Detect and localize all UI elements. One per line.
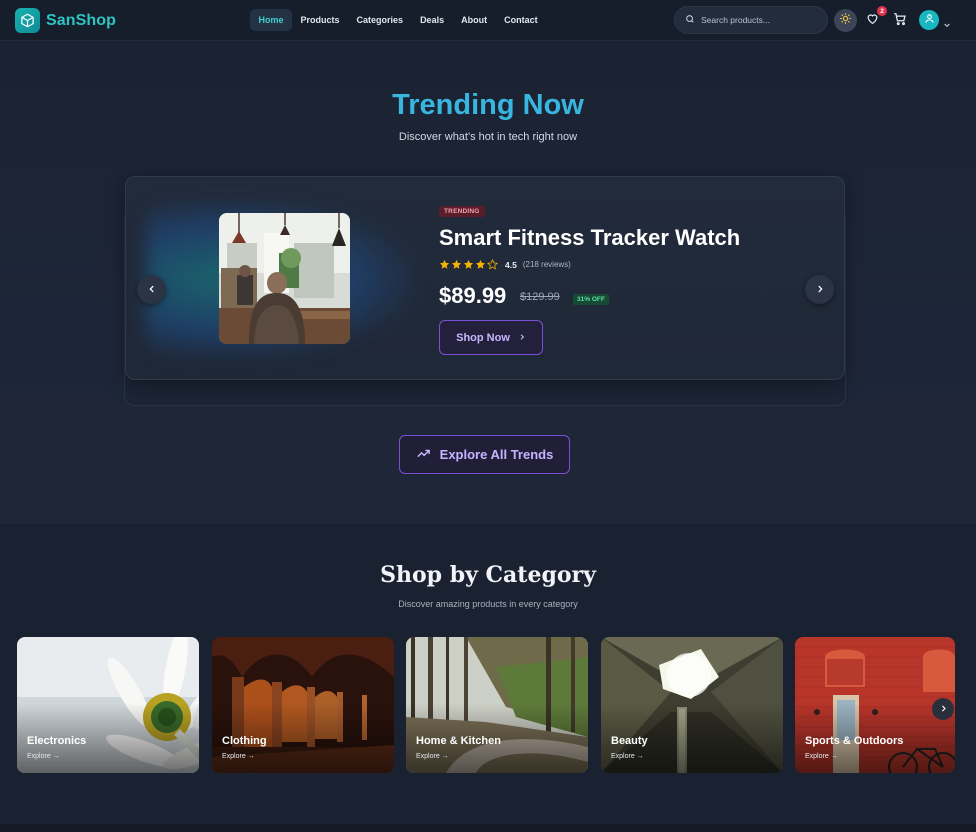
category-explore-link[interactable]: Explore → [222, 753, 255, 760]
category-name: Sports & Outdoors [805, 735, 904, 747]
category-explore-link[interactable]: Explore → [416, 753, 449, 760]
nav-categories[interactable]: Categories [348, 9, 412, 31]
nav-products[interactable]: Products [292, 9, 348, 31]
category-name: Clothing [222, 735, 267, 747]
category-explore-link[interactable]: Explore → [611, 753, 644, 760]
category-title: Shop by Category [380, 562, 596, 588]
nav-home[interactable]: Home [250, 9, 293, 31]
category-name: Electronics [27, 735, 87, 747]
product-old-price: $129.99 [520, 291, 560, 303]
trending-carousel: TRENDING Smart Fitness Tracker Watch 4.5… [125, 176, 845, 380]
trending-title: Trending Now [392, 89, 584, 121]
search-input[interactable] [701, 15, 821, 25]
product-name[interactable]: Smart Fitness Tracker Watch [439, 225, 740, 251]
rating-score: 4.5 [505, 259, 517, 270]
category-card-sports-outdoors[interactable]: Sports & Outdoors Explore → [795, 637, 955, 773]
theme-toggle-button[interactable] [834, 9, 857, 32]
nav-contact[interactable]: Contact [496, 9, 547, 31]
product-rating: 4.5 (218 reviews) [439, 259, 571, 270]
category-next-button[interactable] [932, 698, 954, 720]
category-subtitle: Discover amazing products in every categ… [398, 599, 578, 609]
star-full-icon [463, 259, 474, 269]
explore-all-trends-label: Explore All Trends [439, 447, 554, 462]
carousel-prev-button[interactable] [137, 275, 166, 304]
category-explore-link[interactable]: Explore → [27, 753, 60, 760]
brand-logo[interactable]: SanShop [15, 8, 116, 33]
shop-now-button[interactable]: Shop Now [439, 320, 543, 355]
search-icon [685, 11, 695, 29]
chevron-right-icon [518, 332, 526, 344]
carousel-next-button[interactable] [805, 275, 834, 304]
chevron-down-icon[interactable] [943, 16, 951, 34]
category-explore-link[interactable]: Explore → [805, 753, 838, 760]
cube-icon [15, 8, 40, 33]
star-empty-icon [487, 259, 498, 270]
trending-section: Trending Now Discover what's hot in tech… [0, 41, 976, 524]
category-section: Shop by Category Discover amazing produc… [0, 524, 976, 824]
trending-up-icon [416, 446, 431, 464]
chevron-right-icon [815, 281, 825, 299]
category-card-clothing[interactable]: Clothing Explore → [212, 637, 394, 773]
cart-icon[interactable] [893, 12, 907, 31]
main-menu: Home Products Categories Deals About Con… [250, 9, 546, 31]
review-count: (218 reviews) [522, 260, 571, 269]
star-full-icon [439, 259, 450, 269]
search-box[interactable] [674, 6, 828, 34]
category-name: Home & Kitchen [416, 735, 501, 747]
product-image[interactable] [219, 213, 350, 344]
shop-now-label: Shop Now [456, 331, 510, 344]
top-navbar: SanShop Home Products Categories Deals A… [0, 0, 976, 41]
wishlist-count-badge: 2 [877, 6, 887, 16]
sun-icon [839, 12, 852, 30]
star-full-icon [451, 259, 462, 269]
product-price: $89.99 [439, 283, 507, 308]
user-icon [924, 11, 935, 29]
category-card-electronics[interactable]: Electronics Explore → [17, 637, 199, 773]
nav-deals[interactable]: Deals [412, 9, 453, 31]
trending-subtitle: Discover what's hot in tech right now [398, 131, 578, 143]
heart-icon[interactable] [866, 12, 879, 30]
brand-name: SanShop [46, 11, 117, 29]
category-name: Beauty [611, 735, 648, 747]
explore-all-trends-button[interactable]: Explore All Trends [399, 435, 570, 474]
discount-badge: 31% OFF [573, 294, 609, 305]
star-full-icon [475, 259, 486, 269]
chevron-right-icon [939, 700, 948, 718]
category-card-beauty[interactable]: Beauty Explore → [601, 637, 783, 773]
nav-about[interactable]: About [453, 9, 496, 31]
category-card-home-kitchen[interactable]: Home & Kitchen Explore → [406, 637, 588, 773]
trending-tag: TRENDING [439, 206, 485, 217]
next-section-edge [0, 824, 976, 832]
chevron-left-icon [147, 281, 157, 299]
user-avatar-button[interactable] [919, 10, 939, 30]
